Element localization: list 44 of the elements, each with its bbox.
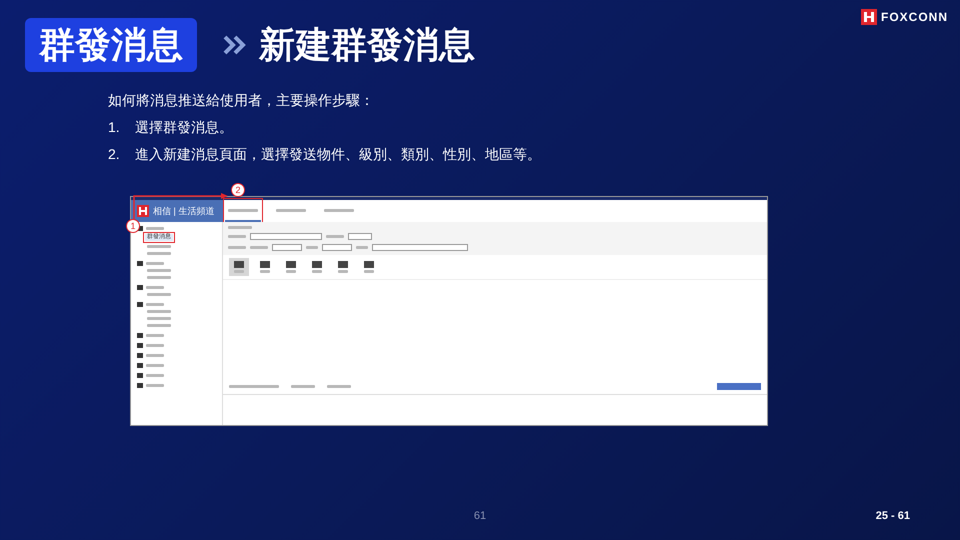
page-range: 25 - 61 [876,510,910,522]
step-text: 選擇群發消息。 [135,119,233,137]
menu-item[interactable] [147,269,171,272]
intro-text: 如何將消息推送給使用者，主要操作步驟： [108,92,375,110]
media-type-tab[interactable] [229,258,249,276]
double-chevron-icon [223,35,247,55]
page-number: 61 [474,510,486,522]
menu-icon [137,285,143,290]
menu-item[interactable] [147,252,171,255]
callout-number: 2 [231,183,245,197]
menu-label[interactable] [146,374,164,377]
menu-label[interactable] [146,227,164,230]
logo-icon [861,9,877,25]
menu-label[interactable] [146,354,164,357]
menu-item[interactable] [147,324,171,327]
section-tag: 群發消息 [25,18,197,72]
menu-label[interactable] [146,286,164,289]
menu-icon [137,261,143,266]
menu-label[interactable] [146,262,164,265]
dropdown[interactable] [272,244,302,251]
menu-label[interactable] [146,303,164,306]
menu-item[interactable] [147,317,171,320]
menu-item[interactable] [147,276,171,279]
dropdown[interactable] [348,233,372,240]
menu-label[interactable] [146,364,164,367]
menu-item[interactable] [147,293,171,296]
dropdown[interactable] [250,233,322,240]
send-button[interactable] [717,382,761,390]
step-number: 2. [108,146,121,164]
menu-item[interactable] [147,245,171,248]
app-name: 相信 | 生活頻道 [153,204,214,218]
dropdown[interactable] [322,244,352,251]
step-number: 1. [108,119,121,137]
menu-label[interactable] [146,344,164,347]
menu-icon [137,302,143,307]
menu-label[interactable] [146,384,164,387]
menu-label[interactable] [146,334,164,337]
menu-item[interactable] [147,310,171,313]
slide-title: 新建群發消息 [259,22,475,66]
app-logo-icon [137,205,149,217]
step-text: 進入新建消息頁面，選擇發送物件、級別、類別、性別、地區等。 [135,146,541,164]
dropdown[interactable] [372,244,468,251]
logo-wordmark: FOXCONN [881,10,948,24]
callout-number: 1 [126,219,140,233]
